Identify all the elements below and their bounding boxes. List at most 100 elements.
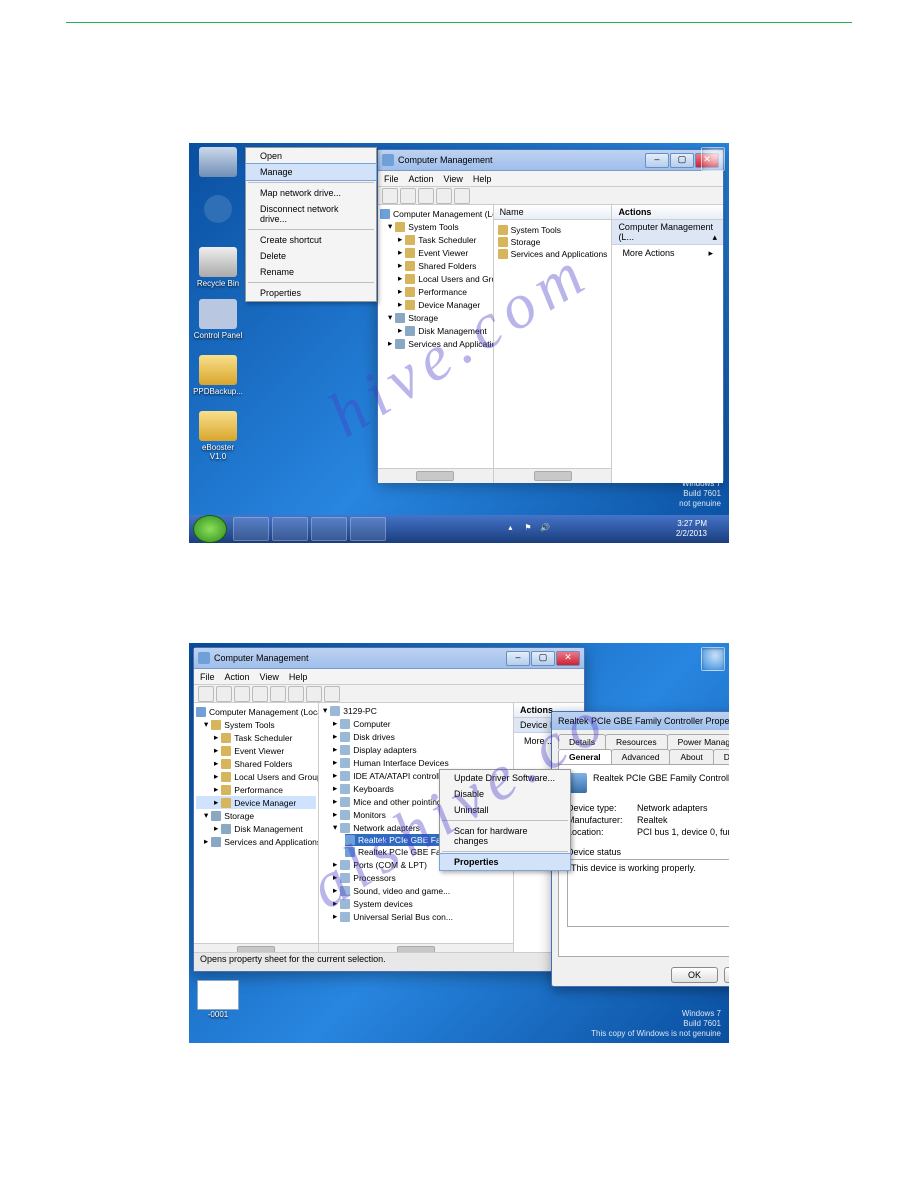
- list-item[interactable]: Services and Applications: [498, 248, 608, 260]
- tree-item[interactable]: ▸Event Viewer: [196, 744, 316, 757]
- tree-item[interactable]: ▸Sound, video and game...: [319, 884, 513, 897]
- toolbar-back-icon[interactable]: [198, 686, 214, 702]
- tray-flag-icon[interactable]: ⚑: [524, 523, 536, 535]
- toolbar-back-icon[interactable]: [382, 188, 398, 204]
- tab-power-management[interactable]: Power Management: [667, 734, 729, 749]
- ctx-properties[interactable]: Properties: [439, 853, 571, 871]
- dialog-title-bar[interactable]: Realtek PCIe GBE Family Controller Prope…: [552, 712, 729, 730]
- tree-root[interactable]: Computer Management (Local): [209, 707, 319, 717]
- tray-volume-icon[interactable]: 🔊: [540, 523, 552, 535]
- menu-help[interactable]: Help: [473, 174, 492, 184]
- desktop-icon-folder-2[interactable]: eBooster V1.0: [193, 411, 243, 461]
- ctx-update-driver[interactable]: Update Driver Software...: [440, 770, 570, 786]
- device-category[interactable]: ▸Display adapters: [319, 743, 513, 756]
- taskbar-thumbnail[interactable]: -0001: [197, 980, 239, 1019]
- taskbar-app-media[interactable]: [311, 517, 347, 541]
- menu-view[interactable]: View: [260, 672, 279, 682]
- tab-advanced[interactable]: Advanced: [611, 749, 671, 764]
- device-category[interactable]: ▸Human Interface Devices: [319, 756, 513, 769]
- tree-item[interactable]: ▸Task Scheduler: [380, 233, 491, 246]
- toolbar-scan-icon[interactable]: [306, 686, 322, 702]
- sidebar-gadget-icon[interactable]: [701, 647, 725, 671]
- toolbar-extra-icon[interactable]: [324, 686, 340, 702]
- toolbar-view-icon[interactable]: [234, 686, 250, 702]
- toolbar-forward-icon[interactable]: [400, 188, 416, 204]
- toolbar-refresh-icon[interactable]: [418, 188, 434, 204]
- tree-root[interactable]: Computer Management (Local): [393, 209, 494, 219]
- cancel-button[interactable]: Cancel: [724, 967, 729, 983]
- maximize-button[interactable]: ▢: [531, 651, 555, 666]
- tree-item[interactable]: ▸Disk Management: [196, 822, 316, 835]
- tree-services[interactable]: Services and Applications: [224, 837, 319, 847]
- maximize-button[interactable]: ▢: [670, 153, 694, 168]
- tree-item[interactable]: ▸Shared Folders: [380, 259, 491, 272]
- ctx-map-drive[interactable]: Map network drive...: [246, 185, 376, 201]
- taskbar-app-mgmt[interactable]: [350, 517, 386, 541]
- tree-services[interactable]: Services and Applications: [408, 339, 493, 349]
- tree-item[interactable]: ▸System devices: [319, 897, 513, 910]
- tree-storage[interactable]: Storage: [408, 313, 438, 323]
- ctx-disable[interactable]: Disable: [440, 786, 570, 802]
- menu-file[interactable]: File: [384, 174, 399, 184]
- desktop-icon-computer[interactable]: [193, 147, 243, 179]
- tree-item[interactable]: ▸Event Viewer: [380, 246, 491, 259]
- tab-about[interactable]: About: [669, 749, 713, 764]
- ctx-open[interactable]: Open: [246, 148, 376, 164]
- tree-item[interactable]: ▸Performance: [196, 783, 316, 796]
- close-button[interactable]: ✕: [556, 651, 580, 666]
- minimize-button[interactable]: –: [645, 153, 669, 168]
- desktop-icon-recycle-bin[interactable]: Recycle Bin: [193, 247, 243, 288]
- device-root[interactable]: 3129-PC: [343, 706, 377, 716]
- taskbar-clock[interactable]: 3:27 PM 2/2/2013: [676, 519, 707, 539]
- ctx-rename[interactable]: Rename: [246, 264, 376, 280]
- list-header[interactable]: Name: [494, 205, 612, 220]
- start-button[interactable]: [193, 515, 227, 543]
- list-item[interactable]: Storage: [498, 236, 608, 248]
- ctx-create-shortcut[interactable]: Create shortcut: [246, 232, 376, 248]
- actions-more[interactable]: More Actions▸: [612, 245, 723, 262]
- tray-up-icon[interactable]: ▴: [508, 523, 520, 535]
- tree-item[interactable]: ▸Device Manager: [196, 796, 316, 809]
- tree-item[interactable]: ▸Local Users and Groups: [196, 770, 316, 783]
- toolbar-properties-icon[interactable]: [436, 188, 452, 204]
- tree-item[interactable]: ▸Device Manager: [380, 298, 491, 311]
- toolbar-help-icon[interactable]: [454, 188, 470, 204]
- taskbar-app-ie[interactable]: [233, 517, 269, 541]
- desktop-icon-control-panel[interactable]: Control Panel: [193, 299, 243, 340]
- toolbar-forward-icon[interactable]: [216, 686, 232, 702]
- menu-view[interactable]: View: [444, 174, 463, 184]
- desktop-icon-folder-1[interactable]: PPDBackup...: [193, 355, 243, 396]
- ctx-properties[interactable]: Properties: [246, 285, 376, 301]
- tree-pane[interactable]: Computer Management (Local) ▾System Tool…: [194, 703, 319, 958]
- tree-storage[interactable]: Storage: [224, 811, 254, 821]
- toolbar-help-icon[interactable]: [288, 686, 304, 702]
- tree-item[interactable]: ▸Disk Management: [380, 324, 491, 337]
- tree-item[interactable]: ▸Universal Serial Bus con...: [319, 910, 513, 923]
- tab-driver[interactable]: Driver: [713, 749, 729, 764]
- tree-item[interactable]: ▸Local Users and Groups: [380, 272, 491, 285]
- horizontal-scrollbar[interactable]: [494, 468, 612, 483]
- list-item[interactable]: System Tools: [498, 224, 608, 236]
- menu-file[interactable]: File: [200, 672, 215, 682]
- minimize-button[interactable]: –: [506, 651, 530, 666]
- tree-system-tools[interactable]: System Tools: [408, 222, 458, 232]
- device-category[interactable]: ▸Disk drives: [319, 730, 513, 743]
- ok-button[interactable]: OK: [671, 967, 718, 983]
- toolbar-refresh-icon[interactable]: [252, 686, 268, 702]
- tree-pane[interactable]: Computer Management (Local) ▾System Tool…: [378, 205, 494, 483]
- ctx-manage[interactable]: Manage: [245, 163, 377, 181]
- toolbar-properties-icon[interactable]: [270, 686, 286, 702]
- window-title-bar[interactable]: Computer Management – ▢ ✕: [378, 150, 723, 171]
- menu-action[interactable]: Action: [225, 672, 250, 682]
- ctx-disconnect-drive[interactable]: Disconnect network drive...: [246, 201, 376, 227]
- tree-item[interactable]: ▸Task Scheduler: [196, 731, 316, 744]
- ctx-scan-hardware[interactable]: Scan for hardware changes: [440, 823, 570, 849]
- menu-action[interactable]: Action: [409, 174, 434, 184]
- sidebar-gadget-icon[interactable]: [701, 147, 725, 171]
- tab-general[interactable]: General: [558, 749, 612, 764]
- menu-help[interactable]: Help: [289, 672, 308, 682]
- tree-system-tools[interactable]: System Tools: [224, 720, 274, 730]
- device-category[interactable]: ▸Computer: [319, 717, 513, 730]
- tree-item[interactable]: ▸Shared Folders: [196, 757, 316, 770]
- window-title-bar[interactable]: Computer Management – ▢ ✕: [194, 648, 584, 669]
